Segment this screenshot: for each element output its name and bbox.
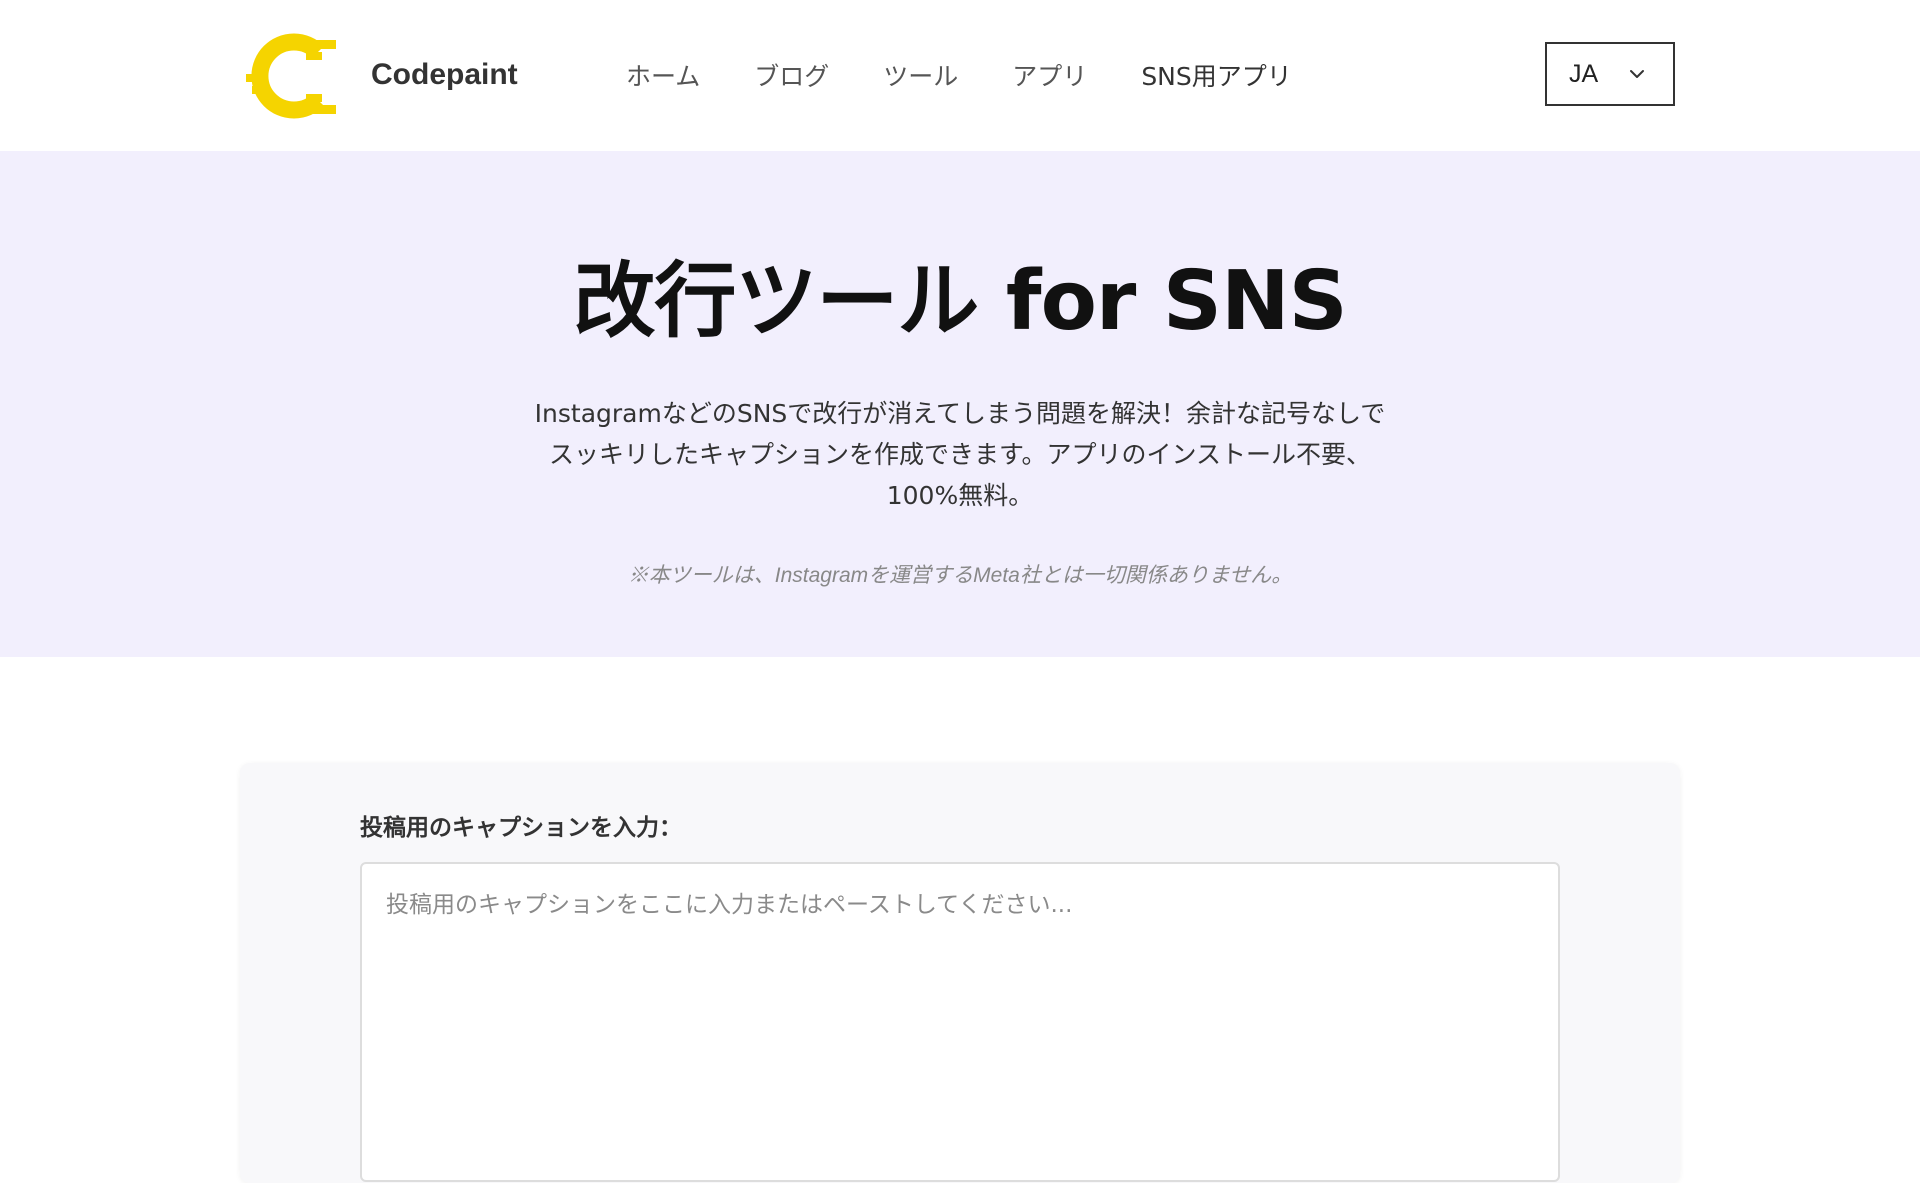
chevron-down-icon xyxy=(1629,69,1645,79)
nav-item-home[interactable]: ホーム xyxy=(626,56,700,98)
hero-description-line: 100%無料。 xyxy=(886,481,1034,510)
site-header: Codepaint ホーム ブログ ツール アプリ SNS用アプリ JA xyxy=(0,0,1920,151)
hero-description-line: InstagramなどのSNSで改行が消えてしまう問題を解決！余計な記号なしで xyxy=(534,399,1386,428)
disclaimer-note: ※本ツールは、Instagramを運営するMeta社とは一切関係ありません。 xyxy=(627,564,1293,587)
language-selected: JA xyxy=(1569,59,1599,88)
caption-editor-card: 投稿用のキャプションを入力： xyxy=(240,763,1680,1183)
nav-item-apps[interactable]: アプリ xyxy=(1012,56,1087,98)
hero-description-line: スッキリしたキャプションを作成できます。アプリのインストール不要、 xyxy=(548,440,1371,469)
language-select[interactable]: JA xyxy=(1545,42,1675,106)
hero-description: InstagramなどのSNSで改行が消えてしまう問題を解決！余計な記号なしで … xyxy=(490,393,1430,516)
caption-input[interactable] xyxy=(360,862,1560,1182)
nav-item-blog[interactable]: ブログ xyxy=(754,56,829,98)
caption-input-label: 投稿用のキャプションを入力： xyxy=(360,815,682,841)
codepaint-logo-icon xyxy=(246,28,338,124)
main-nav: ホーム ブログ ツール アプリ SNS用アプリ xyxy=(626,56,1292,98)
page-title: 改行ツール for SNS xyxy=(573,254,1347,349)
nav-item-tools[interactable]: ツール xyxy=(883,56,958,98)
brand-name[interactable]: Codepaint xyxy=(371,54,518,96)
logo-link[interactable] xyxy=(246,28,338,124)
nav-item-sns-apps[interactable]: SNS用アプリ xyxy=(1141,56,1291,98)
hero-section: 改行ツール for SNS InstagramなどのSNSで改行が消えてしまう問… xyxy=(0,151,1920,657)
